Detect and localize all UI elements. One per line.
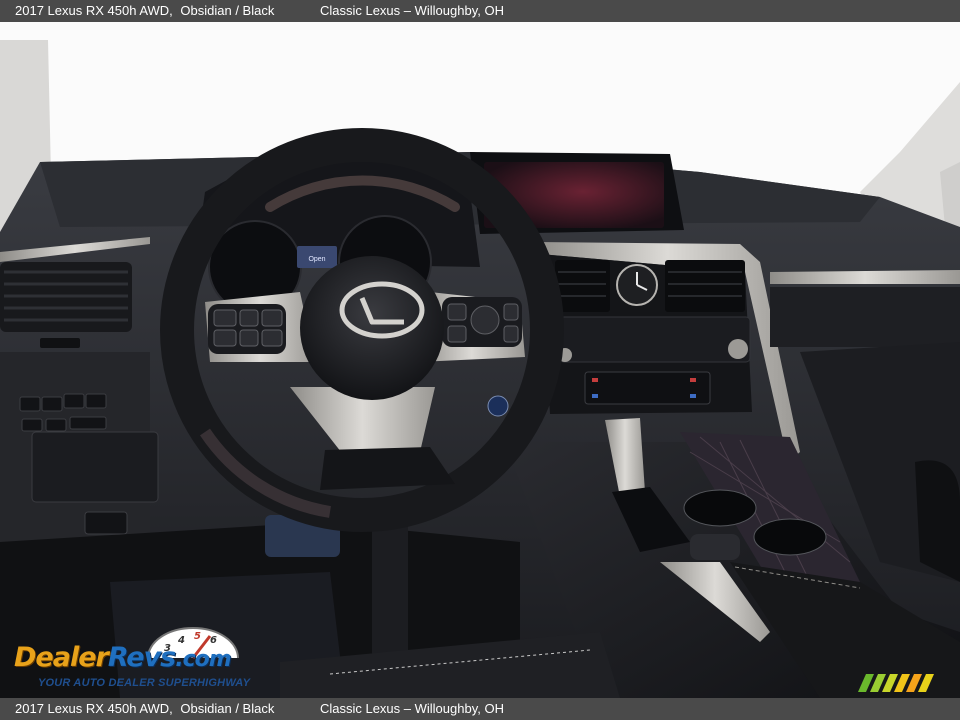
watermark-brand-revs: Revs [107, 642, 176, 673]
dealer-location: Classic Lexus – Willoughby, OH [319, 3, 504, 18]
watermark-brand: DealerRevs.com [14, 642, 232, 673]
vehicle-title: 2017 Lexus RX 450h AWD, [15, 3, 173, 18]
interior-photo: Open [0, 22, 960, 698]
dealer-location: Classic Lexus – Willoughby, OH [319, 701, 504, 716]
mmm-logo-icon [858, 674, 934, 692]
watermark-brand-dealer: Dealer [14, 642, 109, 673]
vehicle-photo-page: 2017 Lexus RX 450h AWD, Obsidian / Black… [0, 0, 960, 720]
cluster-display-text: Open [308, 256, 325, 263]
watermark-tagline: YOUR AUTO DEALER SUPERHIGHWAY [38, 677, 251, 689]
top-caption-bar: 2017 Lexus RX 450h AWD, Obsidian / Black… [0, 0, 960, 22]
svg-text:5: 5 [194, 631, 201, 642]
vehicle-colors: Obsidian / Black [180, 701, 275, 716]
bottom-caption-bar: 2017 Lexus RX 450h AWD, Obsidian / Black… [0, 698, 960, 720]
vehicle-title: 2017 Lexus RX 450h AWD, [15, 701, 173, 716]
dealer-revs-watermark: 3 4 5 6 DealerRevs.com YOUR AUTO DEALER … [10, 620, 270, 690]
vehicle-colors: Obsidian / Black [180, 3, 275, 18]
watermark-brand-com: .com [175, 647, 231, 672]
analog-clock-icon [616, 264, 658, 306]
